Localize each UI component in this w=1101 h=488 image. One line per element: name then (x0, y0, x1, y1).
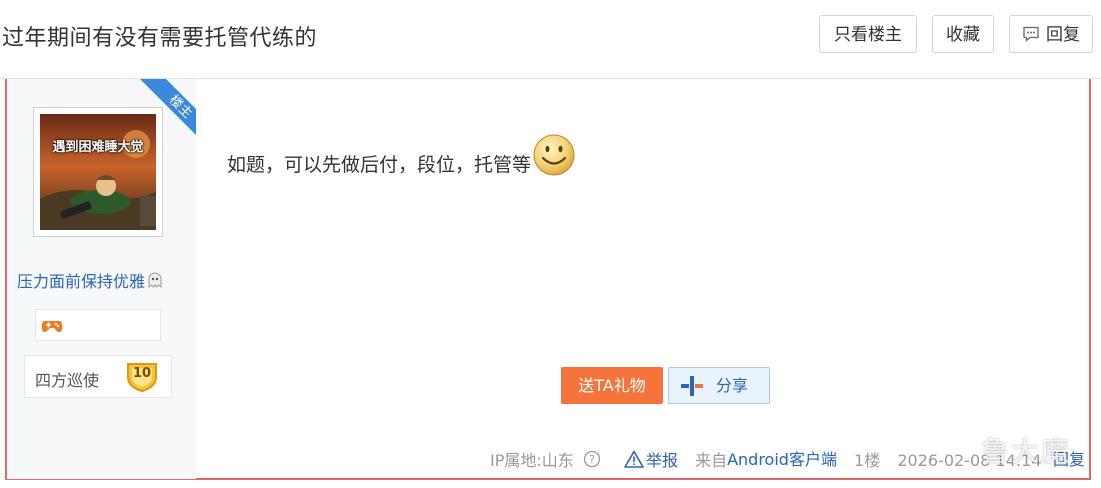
author-username[interactable]: 压力面前保持优雅 (17, 268, 164, 292)
report-label[interactable]: 举报 (646, 450, 678, 472)
ip-location: IP属地:山东 (490, 450, 574, 470)
level-title: 四方巡使 (35, 371, 100, 390)
post-footer: IP属地:山东 ? 举报 来自Android客户端 1楼 2026-02-08 … (490, 449, 1085, 472)
favorite-button[interactable]: 收藏 (932, 15, 994, 53)
footer-reply-link[interactable]: 回复 (1053, 449, 1085, 471)
post-text: 如题，可以先做后付，段位，托管等 (227, 154, 532, 176)
plus-icon (681, 376, 703, 396)
reply-button-label: 回复 (1046, 25, 1080, 45)
share-label: 分享 (716, 376, 749, 395)
svg-text:?: ? (589, 453, 595, 466)
warning-icon (624, 450, 644, 469)
share-button[interactable]: 分享 (668, 367, 770, 404)
smiley-icon (533, 134, 575, 176)
gamepad-icon[interactable] (41, 317, 63, 335)
reply-button[interactable]: 回复 (1009, 15, 1093, 53)
help-icon[interactable]: ? (583, 450, 601, 468)
game-badge-box (35, 309, 161, 341)
floor-number: 1楼 (854, 450, 881, 470)
avatar[interactable]: 遇到困难睡大觉 (40, 114, 156, 230)
send-gift-button[interactable]: 送TA礼物 (561, 367, 663, 404)
level-number: 10 (132, 366, 152, 381)
post-content: 如题，可以先做后付，段位，托管等 (227, 133, 576, 177)
avatar-caption: 遇到困难睡大觉 (52, 140, 144, 155)
level-box[interactable]: 四方巡使 10 (24, 355, 172, 398)
ghost-icon (148, 272, 162, 289)
android-client-link[interactable]: Android客户端 (727, 450, 837, 469)
username-label[interactable]: 压力面前保持优雅 (17, 272, 145, 291)
report-link[interactable]: 举报 (624, 449, 678, 472)
avatar-frame[interactable]: 遇到困难睡大觉 (33, 107, 163, 237)
post-timestamp: 2026-02-08 14:14 (897, 450, 1042, 470)
source-prefix: 来自 (695, 450, 728, 470)
only-lz-button[interactable]: 只看楼主 (819, 15, 917, 53)
thread-title: 过年期间有没有需要托管代练的 (2, 26, 318, 51)
post-source: 来自Android客户端 (695, 449, 837, 472)
comment-icon (1023, 26, 1039, 42)
thread-header: 过年期间有没有需要托管代练的 只看楼主 收藏 回复 (0, 0, 1101, 79)
